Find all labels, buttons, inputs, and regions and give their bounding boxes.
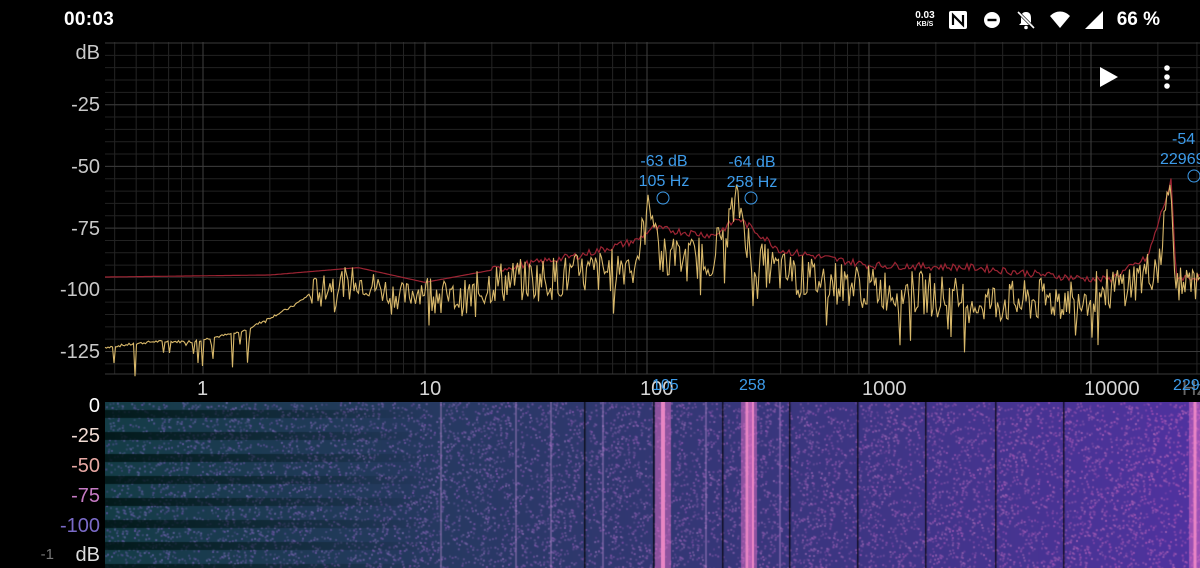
spectrogram[interactable] bbox=[105, 402, 1200, 568]
y-tick-label: -100 bbox=[59, 279, 100, 301]
x-tick-label: 1000 bbox=[862, 378, 907, 400]
peak-x-label: 258 bbox=[739, 377, 766, 394]
x-tick-label: 1 bbox=[197, 378, 209, 400]
peak-x-label: 105 bbox=[652, 377, 679, 394]
more-vert-icon bbox=[1164, 65, 1170, 89]
more-options-button[interactable] bbox=[1156, 62, 1178, 92]
y-tick-label: -50 bbox=[71, 156, 100, 178]
y-tick-label: -125 bbox=[59, 341, 100, 363]
spectrogram-scale-label: -75 bbox=[71, 485, 100, 507]
y-tick-label: -75 bbox=[71, 218, 100, 240]
spectrogram-scale-partial: -1 bbox=[40, 546, 54, 563]
spectrum-plot[interactable] bbox=[0, 0, 1200, 400]
spectrogram-scale-label: -100 bbox=[59, 515, 100, 537]
y-axis-unit: dB bbox=[75, 42, 100, 64]
spectrum-trace bbox=[104, 184, 1200, 377]
x-tick-label: 10 bbox=[419, 378, 442, 400]
peak-x-label: 229 bbox=[1173, 377, 1200, 394]
peak-label-105: -63 dB 105 Hz bbox=[628, 152, 700, 192]
y-tick-label: -25 bbox=[71, 94, 100, 116]
peak-db: -63 dB bbox=[640, 153, 688, 170]
grid-major bbox=[105, 42, 1200, 375]
x-tick-label: 10000 bbox=[1084, 378, 1140, 400]
spectrogram-scale-label: 0 bbox=[88, 395, 100, 417]
spectrogram-scale-label: -50 bbox=[71, 455, 100, 477]
peak-label-258: -64 dB 258 Hz bbox=[716, 153, 788, 193]
peak-hz: 258 Hz bbox=[726, 174, 778, 191]
grid-minor bbox=[105, 42, 1200, 374]
peak-marker-22969 bbox=[1187, 169, 1200, 183]
peak-marker-258 bbox=[744, 191, 758, 205]
play-icon bbox=[1100, 67, 1118, 87]
peak-marker-105 bbox=[656, 191, 670, 205]
peak-hold-trace bbox=[105, 178, 1200, 284]
peak-label-22969: -54 22969 bbox=[1160, 130, 1200, 170]
play-button[interactable] bbox=[1094, 62, 1122, 92]
peak-hz: 105 Hz bbox=[638, 173, 690, 190]
peak-db: -54 bbox=[1172, 131, 1196, 148]
peak-hz: 22969 bbox=[1160, 151, 1200, 168]
peak-db: -64 dB bbox=[728, 154, 776, 171]
spectrogram-scale-label: -25 bbox=[71, 425, 100, 447]
